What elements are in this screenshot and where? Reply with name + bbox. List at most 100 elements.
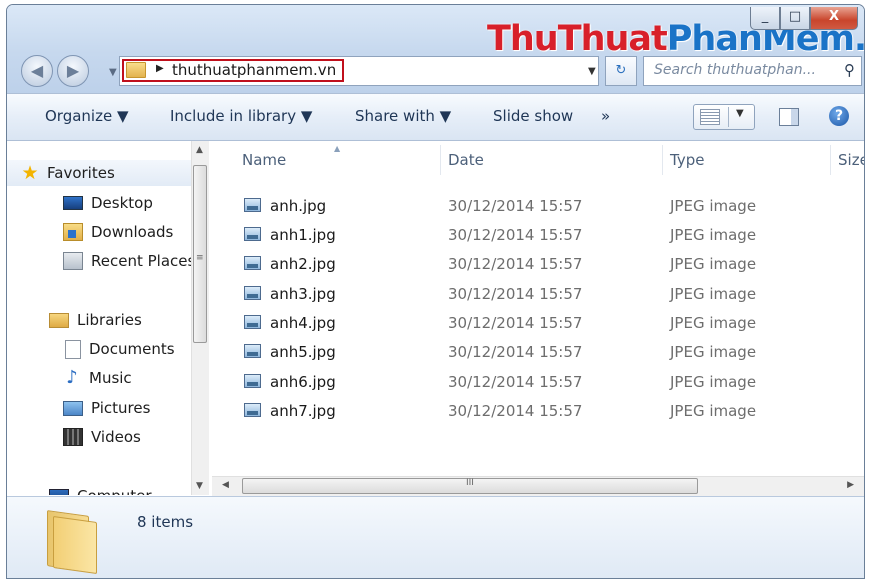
jpeg-file-icon <box>244 403 261 417</box>
file-date: 30/12/2014 15:57 <box>448 226 583 244</box>
sidebar-item-downloads[interactable]: Downloads <box>7 219 173 245</box>
help-button[interactable]: ? <box>829 106 849 126</box>
sidebar-item-label: Pictures <box>91 399 151 417</box>
recent-places-icon <box>63 252 83 270</box>
column-divider[interactable] <box>662 145 663 175</box>
sidebar-item-label: Music <box>89 369 132 387</box>
file-row[interactable]: anh7.jpg 30/12/2014 15:57 JPEG image <box>212 396 864 424</box>
explorer-window: ThuThuatPhanMem.vn _ □ X ◀ ▶ ▼ ▶ thuthua… <box>6 4 865 579</box>
view-separator <box>728 107 729 127</box>
sidebar-item-label: Videos <box>91 428 141 446</box>
forward-button[interactable]: ▶ <box>57 55 89 87</box>
refresh-button[interactable]: ↻ <box>605 56 637 86</box>
sidebar-item-videos[interactable]: Videos <box>7 424 141 450</box>
search-input[interactable]: Search thuthuatphan... <box>654 62 816 78</box>
file-name: anh.jpg <box>270 197 327 215</box>
file-date: 30/12/2014 15:57 <box>448 314 583 332</box>
minimize-button[interactable]: _ <box>750 7 780 30</box>
videos-icon <box>63 428 83 446</box>
file-row[interactable]: anh3.jpg 30/12/2014 15:57 JPEG image <box>212 279 864 307</box>
preview-pane-button[interactable] <box>779 108 799 126</box>
desktop-icon <box>63 196 83 210</box>
file-name: anh1.jpg <box>270 226 336 244</box>
file-name: anh6.jpg <box>270 373 336 391</box>
include-in-library-menu[interactable]: Include in library ▼ <box>170 107 312 125</box>
file-row[interactable]: anh1.jpg 30/12/2014 15:57 JPEG image <box>212 220 864 248</box>
jpeg-file-icon <box>244 374 261 388</box>
maximize-button[interactable]: □ <box>780 7 810 30</box>
file-row[interactable]: anh2.jpg 30/12/2014 15:57 JPEG image <box>212 249 864 277</box>
change-view-button[interactable]: ▼ <box>693 104 755 130</box>
scroll-left-arrow[interactable]: ◀ <box>222 480 229 490</box>
file-name: anh2.jpg <box>270 255 336 273</box>
sidebar-item-music[interactable]: ♪ Music <box>7 365 132 391</box>
file-date: 30/12/2014 15:57 <box>448 373 583 391</box>
jpeg-file-icon <box>244 198 261 212</box>
file-list: Name ▲ Date Type Size anh.jpg 30/12/2014… <box>212 141 864 495</box>
file-type: JPEG image <box>670 343 757 361</box>
star-icon: ★ <box>21 162 39 184</box>
file-row[interactable]: anh5.jpg 30/12/2014 15:57 JPEG image <box>212 337 864 365</box>
sidebar-item-computer[interactable]: Computer <box>7 483 152 495</box>
file-name: anh3.jpg <box>270 285 336 303</box>
file-row[interactable]: anh6.jpg 30/12/2014 15:57 JPEG image <box>212 367 864 395</box>
command-bar: Organize ▼ Include in library ▼ Share wi… <box>7 93 864 141</box>
folder-icon <box>126 62 146 78</box>
jpeg-file-icon <box>244 344 261 358</box>
sidebar-item-libraries[interactable]: Libraries <box>7 307 142 333</box>
sidebar-item-documents[interactable]: Documents <box>7 336 175 362</box>
back-button[interactable]: ◀ <box>21 55 53 87</box>
file-date: 30/12/2014 15:57 <box>448 255 583 273</box>
jpeg-file-icon <box>244 227 261 241</box>
jpeg-file-icon <box>244 256 261 270</box>
sidebar-item-label: Computer <box>77 487 152 495</box>
breadcrumb-arrow[interactable]: ▶ <box>156 63 164 74</box>
sidebar-item-pictures[interactable]: Pictures <box>7 395 150 421</box>
scroll-grip: III <box>466 478 474 488</box>
file-row[interactable]: anh4.jpg 30/12/2014 15:57 JPEG image <box>212 308 864 336</box>
column-divider[interactable] <box>440 145 441 175</box>
sidebar-item-desktop[interactable]: Desktop <box>7 190 153 216</box>
column-header-name[interactable]: Name <box>242 141 286 179</box>
file-name: anh4.jpg <box>270 314 336 332</box>
column-header-date[interactable]: Date <box>448 141 484 179</box>
scroll-right-arrow[interactable]: ▶ <box>847 480 854 490</box>
file-type: JPEG image <box>670 402 757 420</box>
close-button[interactable]: X <box>810 7 858 30</box>
libraries-icon <box>49 312 69 328</box>
sidebar-item-label: Documents <box>89 340 175 358</box>
scroll-up-arrow[interactable]: ▲ <box>196 145 203 155</box>
address-bar[interactable]: ▶ thuthuatphanmem.vn ▼ <box>119 56 599 86</box>
column-divider[interactable] <box>830 145 831 175</box>
chevron-down-icon[interactable]: ▼ <box>736 108 744 119</box>
more-commands-button[interactable]: » <box>601 107 610 125</box>
navigation-vertical-scrollbar[interactable]: ▲ ≡ ▼ <box>191 141 209 495</box>
file-type: JPEG image <box>670 373 757 391</box>
file-row[interactable]: anh.jpg 30/12/2014 15:57 JPEG image <box>212 191 864 219</box>
scroll-down-arrow[interactable]: ▼ <box>196 481 203 491</box>
column-header-size[interactable]: Size <box>838 141 864 179</box>
sidebar-item-recent-places[interactable]: Recent Places <box>7 248 195 274</box>
breadcrumb-current[interactable]: thuthuatphanmem.vn <box>172 61 336 79</box>
slide-show-button[interactable]: Slide show <box>493 107 573 125</box>
sidebar-item-label: Libraries <box>77 311 142 329</box>
column-header-type[interactable]: Type <box>670 141 704 179</box>
search-icon[interactable]: ⚲ <box>844 61 855 79</box>
file-name: anh7.jpg <box>270 402 336 420</box>
file-type: JPEG image <box>670 226 757 244</box>
address-dropdown-button[interactable]: ▼ <box>588 66 596 77</box>
folder-icon <box>47 509 97 575</box>
sidebar-item-label: Favorites <box>47 164 115 182</box>
sidebar-item-favorites[interactable]: ★ Favorites <box>7 160 201 186</box>
sidebar-item-label: Recent Places <box>91 252 196 270</box>
recent-locations-dropdown[interactable]: ▼ <box>109 67 117 78</box>
file-type: JPEG image <box>670 285 757 303</box>
folder-front <box>53 515 97 575</box>
search-box[interactable]: Search thuthuatphan... ⚲ <box>643 56 862 86</box>
title-bar: ThuThuatPhanMem.vn _ □ X ◀ ▶ ▼ ▶ thuthua… <box>7 5 864 93</box>
file-date: 30/12/2014 15:57 <box>448 197 583 215</box>
share-with-menu[interactable]: Share with ▼ <box>355 107 451 125</box>
file-list-horizontal-scrollbar[interactable]: ◀ III ▶ <box>212 476 864 496</box>
organize-menu[interactable]: Organize ▼ <box>45 107 129 125</box>
item-count: 8 items <box>137 513 194 531</box>
